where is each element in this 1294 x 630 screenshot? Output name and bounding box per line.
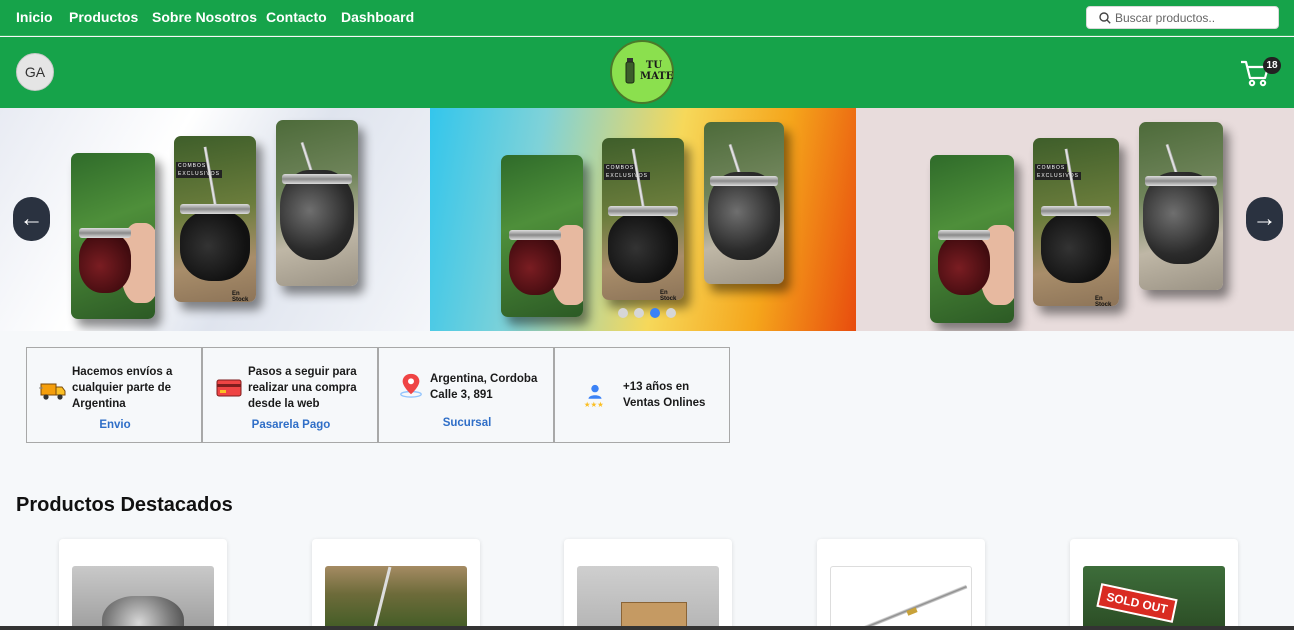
product-photo [930, 155, 1014, 323]
info-text: Pasos a seguir para realizar una compra … [248, 366, 357, 410]
product-photo: COMBOS EXCLUSIVOS En Stock [1033, 138, 1119, 306]
product-photo [276, 120, 358, 286]
product-photo [1139, 122, 1223, 290]
cart-count-badge: 18 [1263, 57, 1281, 74]
nav-link-contacto[interactable]: Contacto [266, 9, 327, 25]
info-box-sucursal: Argentina, Cordoba Calle 3, 891 Sucursal [378, 347, 554, 443]
product-photo [704, 122, 784, 284]
info-text: Argentina, Cordoba Calle 3, 891 [430, 373, 538, 401]
product-photo [71, 153, 155, 319]
delivery-truck-icon [39, 383, 66, 400]
product-card[interactable] [564, 539, 732, 630]
envio-link[interactable]: Envio [27, 419, 203, 431]
info-text: Hacemos envíos a cualquier parte de Arge… [72, 366, 173, 410]
carousel-dot[interactable] [666, 308, 676, 318]
carousel-dot-active[interactable] [650, 308, 660, 318]
product-card[interactable]: SOLD OUT [1070, 539, 1238, 630]
carousel-prev-button[interactable]: ← [13, 197, 50, 241]
carousel-indicators [618, 308, 676, 318]
info-text: +13 años en Ventas Onlines [623, 381, 706, 409]
carousel-slide: COMBOS EXCLUSIVOS En Stock [856, 108, 1294, 331]
logo-text: TU MATE [640, 60, 674, 82]
location-pin-icon [400, 373, 422, 398]
stock-label: En Stock [660, 290, 677, 300]
stock-label: En Stock [232, 291, 249, 302]
product-card[interactable] [817, 539, 985, 630]
stock-label: En Stock [1095, 296, 1112, 306]
carousel-dot[interactable] [618, 308, 628, 318]
product-image [830, 566, 972, 630]
nav-link-productos[interactable]: Productos [69, 9, 138, 25]
pasarela-pago-link[interactable]: Pasarela Pago [203, 419, 379, 431]
nav-link-sobre-nosotros[interactable]: Sobre Nosotros [152, 9, 257, 25]
sold-out-badge: SOLD OUT [1096, 583, 1178, 623]
thermos-icon [625, 58, 635, 84]
carousel-next-button[interactable]: → [1246, 197, 1283, 241]
avatar[interactable]: GA [16, 53, 54, 91]
product-photo: COMBOS EXCLUSIVOS En Stock [174, 136, 256, 302]
sucursal-link[interactable]: Sucursal [379, 417, 555, 429]
svg-text:★★★: ★★★ [584, 400, 604, 409]
product-card[interactable] [312, 539, 480, 630]
info-box-pago: Pasos a seguir para realizar una compra … [202, 347, 378, 443]
search-box[interactable] [1086, 6, 1279, 29]
header-bar: GA TU MATE 18 [0, 37, 1294, 108]
product-image [325, 566, 467, 630]
info-box-experiencia: ★★★ +13 años en Ventas Onlines [554, 347, 730, 443]
info-box-envio: Hacemos envíos a cualquier parte de Arge… [26, 347, 202, 443]
credit-card-icon [216, 379, 242, 397]
product-image [72, 566, 214, 630]
carousel-slide: COMBOS EXCLUSIVOS En Stock [0, 108, 430, 331]
search-input[interactable] [1115, 10, 1275, 26]
product-image: SOLD OUT [1083, 566, 1225, 630]
product-photo [501, 155, 583, 317]
page-bottom-edge [0, 626, 1294, 630]
brand-logo[interactable]: TU MATE [610, 40, 674, 104]
top-navigation: Inicio Productos Sobre Nosotros Contacto… [0, 0, 1294, 36]
carousel-slide: COMBOS EXCLUSIVOS En Stock [430, 108, 856, 331]
nav-link-dashboard[interactable]: Dashboard [341, 9, 414, 25]
featured-products-title: Productos Destacados [16, 494, 233, 516]
product-photo: COMBOS EXCLUSIVOS En Stock [602, 138, 684, 300]
hero-carousel: COMBOS EXCLUSIVOS En Stock COMBOS EXCLUS… [0, 108, 1294, 331]
user-rating-icon: ★★★ [584, 384, 604, 409]
product-card[interactable] [59, 539, 227, 630]
search-icon [1099, 12, 1111, 24]
nav-link-inicio[interactable]: Inicio [16, 9, 53, 25]
product-image [577, 566, 719, 630]
carousel-dot[interactable] [634, 308, 644, 318]
